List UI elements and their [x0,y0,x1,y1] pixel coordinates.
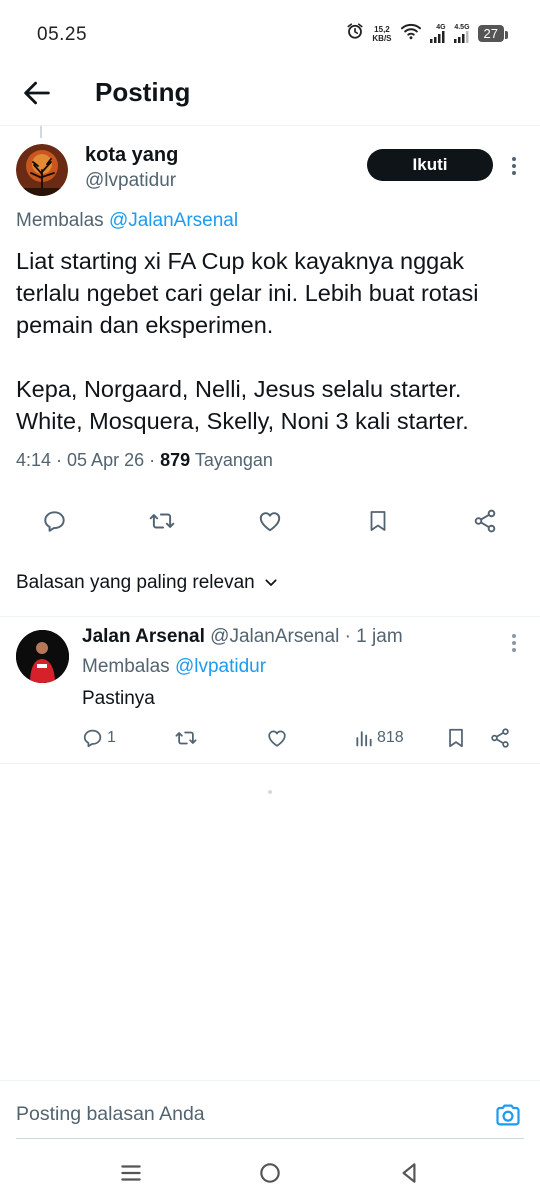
sort-label: Balasan yang paling relevan [16,572,255,593]
camera-icon [496,1104,520,1126]
avatar[interactable] [16,144,68,196]
bookmark-icon [370,511,386,531]
reply-like-button[interactable] [266,725,288,751]
system-back-button[interactable] [396,1160,422,1186]
author-name[interactable]: kota yang [85,144,178,167]
replying-prefix: Membalas [16,210,104,231]
home-button[interactable] [257,1160,283,1186]
share-button[interactable] [467,503,503,539]
reply-replying-prefix: Membalas [82,656,170,677]
more-vertical-icon [512,634,516,652]
post-text-line: terlalu ngebet cari gelar ini. Lebih bua… [16,280,479,306]
views-label: Tayangan [194,450,273,470]
reply-views-button[interactable]: 818 [354,725,404,751]
reply-avatar[interactable] [16,630,69,683]
menu-icon [121,1165,141,1181]
wifi-icon [400,22,422,45]
net-speed-unit: KB/S [372,33,392,43]
follow-button[interactable]: Ikuti [367,149,493,181]
share-icon [491,728,509,748]
more-options-button[interactable] [504,154,524,178]
signal-2: 4.5G [453,24,470,43]
battery-icon: 27 [477,25,509,42]
chevron-down-icon [265,579,277,586]
reply-input[interactable]: Posting balasan Anda [16,1103,205,1126]
share-icon [474,509,496,533]
post-actions [0,503,540,543]
retweet-button[interactable] [144,503,180,539]
replying-to: Membalas @JalanArsenal [16,210,238,232]
reply-bookmark-button[interactable] [445,725,467,751]
loading-indicator [268,790,272,794]
reply-retweet-button[interactable] [174,725,198,751]
page-title: Posting [95,77,191,107]
back-triangle-icon [402,1163,416,1183]
replying-mention-link[interactable]: @JalanArsenal [109,210,238,231]
net-speed-value: 15,2 [374,24,390,34]
status-time: 05.25 [37,24,88,45]
reply-share-button[interactable] [489,725,511,751]
post-text-line: Liat starting xi FA Cup kok kayaknya ngg… [16,248,465,274]
signal-1-label: 4G [436,24,446,31]
signal-icon [453,31,469,43]
reply-author-name[interactable]: Jalan Arsenal [82,626,205,647]
post-text: Liat starting xi FA Cup kok kayaknya ngg… [16,245,531,437]
more-vertical-icon [512,157,516,175]
post-meta: 4:14 · 05 Apr 26 · 879 Tayangan [16,450,273,471]
reply-replying-to: Membalas @lvpatidur [82,656,266,678]
post-text-line [16,341,531,373]
retweet-icon [149,513,175,529]
status-bar: 05.25 15,2 KB/S 4G 4.5G 27 [0,0,540,70]
post-text-line: White, Mosquera, Skelly, Noni 3 kali sta… [16,408,469,434]
like-icon [259,512,281,532]
arrow-left-icon [24,81,50,105]
thread-connector [40,126,42,138]
system-nav-bar [0,1147,540,1199]
like-button[interactable] [252,503,288,539]
reply-composer: Posting balasan Anda [0,1080,540,1142]
signal-2-label: 4.5G [454,24,470,31]
reply-header: Jalan Arsenal @JalanArsenal · 1 jam [82,626,403,648]
reply-count: 1 [107,729,116,746]
top-app-bar: Posting [0,62,540,126]
reply-icon [83,729,102,748]
back-button[interactable] [20,76,54,110]
replies-sort-dropdown[interactable]: Balasan yang paling relevan [16,572,279,594]
home-circle-icon [260,1163,280,1183]
post-text-line: Kepa, Norgaard, Nelli, Jesus selalu star… [16,376,462,402]
status-icons: 15,2 KB/S 4G 4.5G 27 [346,22,509,45]
reply-author-handle[interactable]: @JalanArsenal [210,626,339,647]
reply-button[interactable] [37,503,73,539]
reply-reply-button[interactable]: 1 [82,725,116,751]
camera-button[interactable] [494,1101,522,1129]
post-text-line: pemain dan eksperimen. [16,312,274,338]
net-speed: 15,2 KB/S [372,25,391,43]
retweet-icon [175,731,197,745]
bookmark-icon [449,728,463,748]
reply-views-count: 818 [377,729,404,746]
bookmark-button[interactable] [360,503,396,539]
alarm-icon [346,22,364,45]
divider [0,616,540,617]
reply-text: Pastinya [82,688,155,709]
views-count: 879 [160,450,191,470]
post-timestamp: 4:14 · 05 Apr 26 · [16,450,161,470]
analytics-icon [356,731,372,747]
reply-actions: 1 818 [0,725,540,753]
recent-apps-button[interactable] [118,1160,144,1186]
reply-time: · 1 jam [344,626,403,647]
reply-icon [44,511,65,532]
divider [0,763,540,764]
like-icon [268,730,286,747]
input-underline [16,1138,524,1139]
reply-replying-mention-link[interactable]: @lvpatidur [175,656,266,677]
signal-1: 4G [429,24,446,43]
signal-icon [429,31,445,43]
author-handle[interactable]: @lvpatidur [85,170,176,192]
reply-more-options-button[interactable] [504,631,524,655]
